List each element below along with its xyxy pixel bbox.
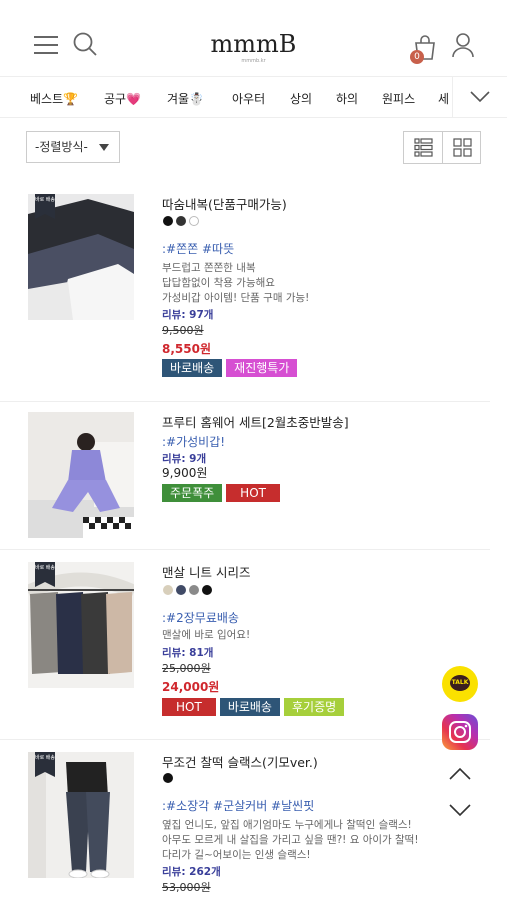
scroll-down-icon[interactable] (447, 800, 473, 820)
product-desc-line: 부드럽고 쫀쫀한 내복 (162, 262, 256, 274)
product-desc-line: 아무도 모르게 내 살집을 가리고 싶을 땐?! 요 아이가 찰떡! (162, 834, 419, 846)
color-dot[interactable] (163, 216, 173, 226)
category-bottom[interactable]: 하의 (336, 90, 358, 107)
badge-review-proof: 후기증명 (283, 698, 345, 716)
badge-hot: HOT (162, 698, 216, 716)
category-expand-button[interactable] (452, 77, 507, 117)
category-winter[interactable]: 겨울☃️ (167, 90, 204, 107)
product-tags: :#가성비갑! (162, 435, 226, 449)
product-tags: :#쫀쫀 #따뜻 (162, 242, 235, 256)
color-dot[interactable] (163, 773, 173, 783)
review-count: 리뷰: 262개 (162, 866, 221, 878)
product-tags: :#소장각 #군살커버 #날씬핏 (162, 799, 315, 813)
product-desc-line: 가성비갑 아이템! 단품 구매 가능! (162, 292, 310, 304)
product-badges: 주문폭주 HOT (162, 484, 284, 502)
instagram-button[interactable] (442, 714, 478, 750)
review-count: 리뷰: 81개 (162, 647, 214, 659)
color-dot[interactable] (176, 585, 186, 595)
color-dot[interactable] (189, 585, 199, 595)
talk-icon: TALK (450, 675, 470, 691)
cart-count-badge: 0 (410, 50, 424, 64)
top-header: mmmB mmmb.kr 0 (0, 0, 507, 76)
product-name[interactable]: 무조건 찰떡 슬랙스(기모ver.) (162, 752, 318, 771)
chevron-down-icon (470, 91, 490, 103)
product-name[interactable]: 따숨내복(단품구매가능) (162, 194, 287, 213)
product-item[interactable]: 바로 배송 맨살 니트 시리즈 :#2장무료배송 맨살에 바로 입어요! 리뷰:… (0, 550, 490, 740)
review-count: 리뷰: 97개 (162, 309, 214, 321)
category-best[interactable]: 베스트🏆 (30, 90, 78, 107)
sort-label: -정렬방식- (35, 140, 88, 154)
instagram-icon (449, 721, 471, 743)
product-item[interactable]: 바로 배송 무조건 찰떡 슬랙스(기모ver.) :#소장각 #군살커버 #날씬… (0, 740, 490, 900)
color-dot[interactable] (163, 585, 173, 595)
category-group-buy[interactable]: 공구💗 (104, 90, 141, 107)
original-price: 25,000원 (162, 662, 211, 675)
kakao-talk-button[interactable]: TALK (442, 666, 478, 702)
caret-down-icon (99, 144, 109, 151)
list-view-button[interactable] (404, 132, 443, 163)
badge-popular: 주문폭주 (162, 484, 223, 502)
product-item[interactable]: 프루티 홈웨어 세트[2월초중반발송] :#가성비갑! 리뷰: 9개 9,900… (0, 402, 490, 550)
product-desc-line: 옆집 언니도, 앞집 애기엄마도 누구에게나 찰떡인 슬랙스! (162, 819, 412, 831)
product-badges: HOT 바로배송 후기증명 (162, 698, 348, 716)
grid-view-button[interactable] (443, 132, 482, 163)
category-outer[interactable]: 아우터 (232, 90, 265, 107)
product-item[interactable]: 바로 배송 따숨내복(단품구매가능) :#쫀쫀 #따뜻 부드럽고 쫀쫀한 내복 … (0, 180, 490, 402)
product-tags: :#2장무료배송 (162, 611, 239, 625)
list-view-icon (414, 138, 433, 157)
grid-view-icon (453, 138, 472, 157)
color-dot[interactable] (176, 216, 186, 226)
category-dress[interactable]: 원피스 (382, 90, 415, 107)
badge-quick-ship: 바로배송 (162, 359, 223, 377)
color-dot[interactable] (189, 216, 199, 226)
color-dot[interactable] (202, 585, 212, 595)
product-desc-line: 다리가 길~어보이는 인생 슬랙스! (162, 849, 311, 861)
sale-price: 24,000원 (162, 680, 220, 694)
badge-quick-ship: 바로배송 (219, 698, 280, 716)
sale-price: 9,900원 (162, 466, 208, 480)
user-icon[interactable] (451, 32, 475, 58)
product-badges: 바로배송 재진행특가 (162, 359, 301, 377)
category-nav: 베스트🏆 공구💗 겨울☃️ 아우터 상의 하의 원피스 세 (0, 76, 507, 118)
badge-hot: HOT (226, 484, 280, 502)
badge-special-deal: 재진행특가 (226, 359, 298, 377)
category-top[interactable]: 상의 (290, 90, 312, 107)
color-options (163, 585, 215, 595)
color-options (163, 216, 202, 226)
product-desc-line: 맨살에 바로 입어요! (162, 629, 251, 641)
product-desc-line: 답답함없이 착용 가능해요 (162, 277, 275, 289)
product-name[interactable]: 프루티 홈웨어 세트[2월초중반발송] (162, 412, 349, 431)
product-name[interactable]: 맨살 니트 시리즈 (162, 562, 250, 581)
product-image[interactable] (28, 412, 134, 538)
category-set[interactable]: 세 (438, 90, 449, 107)
sort-select[interactable]: -정렬방식- (26, 131, 120, 163)
original-price: 53,000원 (162, 881, 211, 894)
sale-price: 8,550원 (162, 342, 211, 356)
view-toggle (403, 131, 481, 164)
original-price: 9,500원 (162, 324, 204, 337)
scroll-up-icon[interactable] (447, 764, 473, 784)
color-options (163, 773, 176, 783)
